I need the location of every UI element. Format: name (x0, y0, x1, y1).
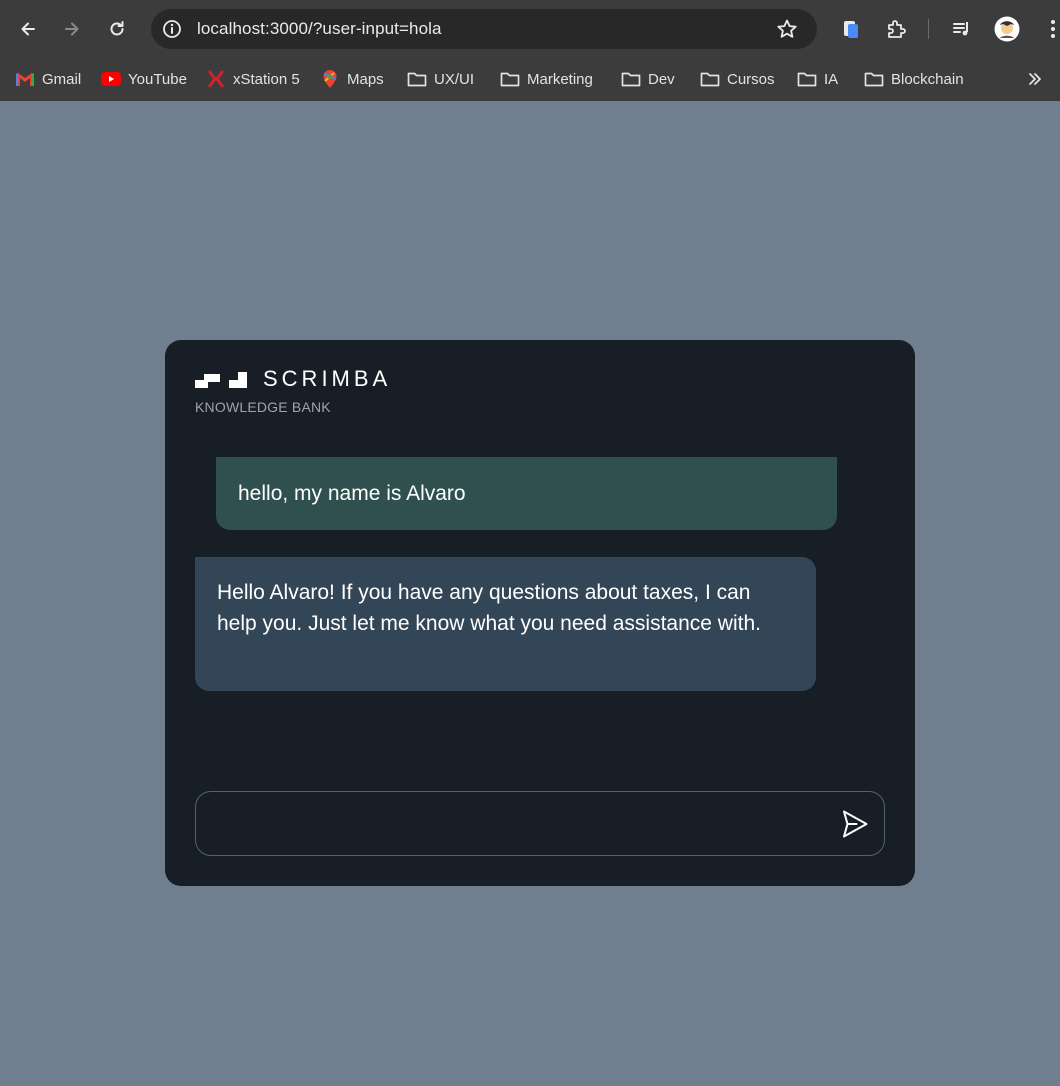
scrimba-logo-icon (195, 372, 247, 388)
bookmark-folder-ia[interactable]: IA (797, 66, 838, 92)
brand-name: SCRIMBA (263, 366, 392, 391)
folder-icon (864, 69, 884, 89)
bookmark-folder-uxui[interactable]: UX/UI (407, 66, 474, 92)
bookmark-folder-cursos[interactable]: Cursos (700, 66, 775, 92)
bookmark-folder-dev[interactable]: Dev (621, 66, 675, 92)
bookmark-label: Dev (648, 70, 675, 88)
folder-icon (621, 69, 641, 89)
chat-input-container (195, 791, 885, 856)
page-background: SCRIMBA KNOWLEDGE BANK hello, my name is… (0, 101, 1060, 1086)
chat-input[interactable] (212, 802, 822, 846)
bookmark-xstation[interactable]: xStation 5 (206, 66, 300, 92)
ai-message: Hello Alvaro! If you have any questions … (195, 557, 816, 691)
folder-icon (500, 69, 520, 89)
bookmark-label: Maps (347, 70, 384, 88)
info-icon[interactable] (162, 19, 182, 39)
bookmarks-bar: Gmail YouTube xStation 5 Maps UX/UI Mark… (0, 58, 1060, 101)
send-icon (843, 810, 868, 838)
app-subtitle: KNOWLEDGE BANK (195, 399, 331, 415)
forward-button[interactable] (57, 14, 87, 44)
kebab-menu-icon[interactable] (1040, 16, 1060, 42)
url-text[interactable]: localhost:3000/?user-input=hola (197, 19, 442, 39)
bookmark-gmail[interactable]: Gmail (15, 66, 81, 92)
bookmark-label: Marketing (527, 70, 593, 88)
address-bar[interactable]: localhost:3000/?user-input=hola (151, 9, 817, 49)
reload-icon (110, 21, 124, 36)
arrow-right-icon (65, 22, 79, 36)
bookmark-folder-marketing[interactable]: Marketing (500, 66, 593, 92)
human-message: hello, my name is Alvaro (216, 457, 837, 530)
bookmark-label: xStation 5 (233, 70, 300, 88)
bookmark-label: IA (824, 70, 839, 88)
brand-logo: SCRIMBA (195, 366, 392, 391)
avatar[interactable] (994, 16, 1020, 42)
bookmark-youtube[interactable]: YouTube (101, 66, 187, 92)
toolbar-divider (928, 19, 929, 39)
bookmark-label: Blockchain (891, 70, 964, 88)
bookmark-folder-blockchain[interactable]: Blockchain (864, 66, 964, 92)
bookmark-label: YouTube (128, 70, 187, 88)
back-button[interactable] (13, 14, 43, 44)
reload-button[interactable] (102, 14, 132, 44)
gmail-icon (15, 69, 35, 89)
folder-icon (407, 69, 427, 89)
chat-card: SCRIMBA KNOWLEDGE BANK hello, my name is… (165, 340, 915, 886)
chevron-double-right-icon[interactable] (1024, 68, 1046, 90)
bookmark-label: Gmail (42, 70, 82, 88)
folder-icon (797, 69, 817, 89)
bookmark-label: Cursos (727, 70, 775, 88)
xstation-icon (206, 69, 226, 89)
bookmark-label: UX/UI (434, 70, 475, 88)
media-queue-icon[interactable] (949, 16, 975, 42)
maps-icon (320, 69, 340, 89)
star-icon[interactable] (776, 18, 798, 40)
bookmark-maps[interactable]: Maps (320, 66, 384, 92)
extension-blue-icon[interactable] (838, 16, 864, 42)
send-button[interactable] (840, 808, 870, 840)
browser-toolbar: localhost:3000/?user-input=hola (0, 0, 1060, 58)
folder-icon (700, 69, 720, 89)
puzzle-icon[interactable] (883, 16, 909, 42)
youtube-icon (101, 69, 121, 89)
arrow-left-icon (21, 22, 35, 36)
